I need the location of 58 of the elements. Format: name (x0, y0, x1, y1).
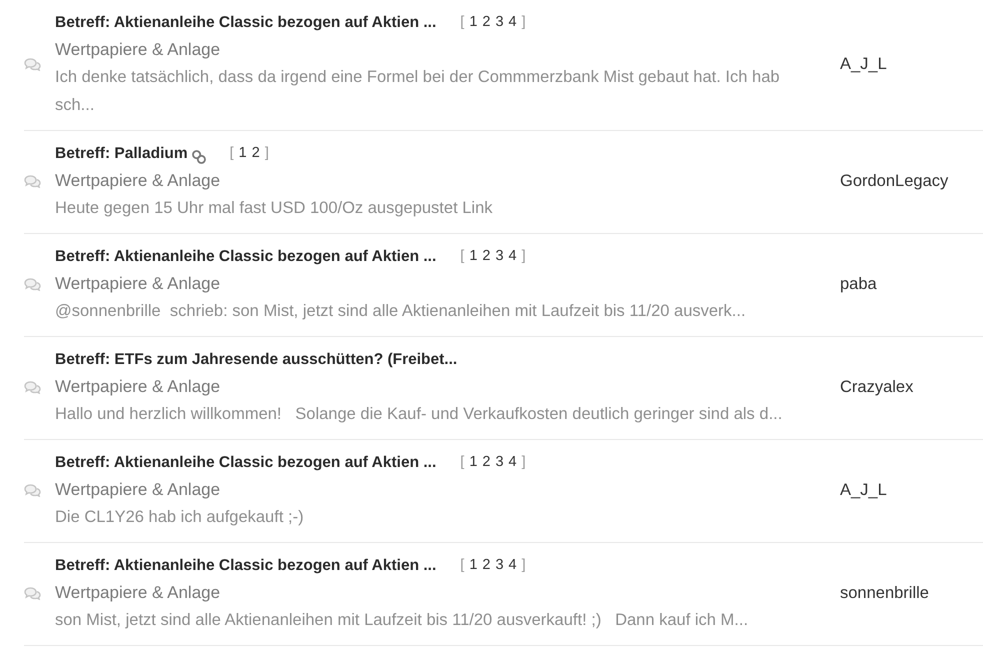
page-link[interactable]: 3 (495, 12, 504, 34)
page-link[interactable]: 1 (238, 142, 247, 164)
forum-link[interactable]: Wertpapiere & Anlage (55, 270, 220, 296)
page-link[interactable]: 2 (482, 554, 490, 576)
page-bracket: ] (522, 452, 526, 472)
forum-link[interactable]: Wertpapiere & Anlage (55, 36, 220, 62)
page-link[interactable]: 1 (469, 246, 478, 268)
speech-bubbles-icon (24, 586, 41, 600)
page-bracket: [ (460, 246, 464, 266)
page-link[interactable]: 3 (495, 554, 504, 576)
forum-link[interactable]: Wertpapiere & Anlage (55, 168, 220, 194)
author-link[interactable]: paba (840, 274, 877, 292)
forum-link[interactable]: Wertpapiere & Anlage (55, 476, 220, 502)
post-excerpt: Ich denke tatsächlich, dass da irgend eine Formel bei der Commmerzbank Mist gebaut hat. Ich hab sch... (55, 67, 781, 116)
page-bracket: [ (460, 12, 464, 32)
forum-link[interactable]: Wertpapiere & Anlage (55, 374, 220, 400)
author-link[interactable]: sonnenbrille (840, 584, 929, 602)
page-link[interactable]: 2 (252, 142, 260, 164)
author-link[interactable]: A_J_L (840, 480, 887, 498)
page-bracket: [ (460, 556, 464, 575)
page-bracket: ] (264, 144, 269, 163)
speech-bubbles-icon (24, 278, 41, 290)
page-bracket: [ (460, 452, 464, 472)
thread-title-link[interactable]: Betreff: Aktienanleihe Classic bezogen auf Aktien ... (55, 10, 436, 34)
forum-link[interactable]: Wertpapiere & Anlage (55, 580, 220, 606)
page-link[interactable]: 2 (482, 12, 490, 34)
page-link[interactable]: 2 (482, 246, 490, 268)
page-link[interactable]: 3 (495, 452, 504, 474)
page-link[interactable]: 4 (508, 554, 517, 576)
thread-title-link[interactable]: Betreff: Aktienanleihe Classic bezogen auf Aktien ... (55, 554, 436, 578)
page-link[interactable]: 1 (469, 12, 478, 34)
page-link[interactable]: 1 (469, 452, 478, 474)
page-link[interactable]: 4 (508, 452, 517, 474)
post-excerpt: Heute gegen 15 Uhr mal fast USD 100/Oz ausgepustet Link (55, 198, 494, 219)
post-excerpt: Hallo und herzlich willkommen! Solange die Kauf- und Verkaufkosten deutlich geringer sind als d... (55, 404, 784, 425)
speech-bubbles-icon (24, 380, 41, 394)
thread-title-link[interactable]: Betreff: ETFs zum Jahresende ausschütten? (Freibet... (55, 348, 458, 372)
page-bracket: ] (522, 556, 526, 575)
page-link[interactable]: 4 (508, 12, 517, 34)
page-bracket: [ (230, 144, 234, 163)
speech-bubbles-icon (24, 58, 41, 70)
post-excerpt: @sonnenbrille schrieb: son Mist, jetzt sind alle Aktienanleihen mit Laufzeit bis 11/20 ausverk... (55, 301, 747, 322)
thread-title-link[interactable]: Betreff: Palladium (55, 142, 188, 166)
author-link[interactable]: Crazyalex (840, 378, 914, 396)
speech-bubbles-icon (24, 484, 41, 496)
page-link[interactable]: 4 (508, 246, 517, 268)
speech-bubbles-icon (24, 174, 41, 188)
thread-title-link[interactable]: Betreff: Aktienanleihe Classic bezogen auf Aktien ... (55, 450, 436, 474)
page-link[interactable]: 3 (495, 246, 504, 268)
author-link[interactable]: A_J_L (840, 54, 887, 72)
page-bracket: ] (522, 12, 526, 32)
page-link[interactable]: 2 (482, 452, 490, 474)
author-link[interactable]: GordonLegacy (840, 172, 948, 190)
page-link[interactable]: 1 (469, 554, 478, 576)
thread-title-link[interactable]: Betreff: Aktienanleihe Classic bezogen auf Aktien ... (55, 244, 436, 268)
page-bracket: ] (522, 246, 526, 266)
post-excerpt: Die CL1Y26 hab ich aufgekauft ;-) (55, 507, 305, 528)
post-excerpt: son Mist, jetzt sind alle Aktienanleihen mit Laufzeit bis 11/20 ausverkauft! ;) Dann kauf ich M... (55, 610, 750, 631)
